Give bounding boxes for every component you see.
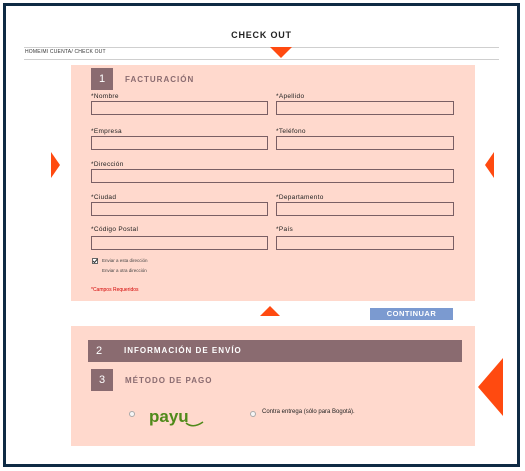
payu-logo: payu — [149, 407, 204, 427]
apellido-field[interactable] — [276, 101, 454, 115]
checkout-steps-panel: 2 INFORMACIÓN DE ENVÍO 3 MÉTODO DE PAGO … — [71, 326, 475, 446]
billing-panel: 1 FACTURACIÓN *Nombre *Apellido *Empresa… — [71, 65, 475, 301]
triangle-left-marker — [485, 152, 494, 178]
cash-on-delivery-label: Contra entrega (sólo para Bogotá). — [262, 409, 355, 415]
payu-logo-text: payu — [149, 407, 189, 426]
pais-label: *País — [276, 226, 294, 233]
payu-radio[interactable] — [129, 411, 135, 417]
large-triangle-left-marker — [478, 358, 503, 416]
cash-on-delivery-radio[interactable] — [250, 411, 256, 417]
direccion-label: *Dirección — [91, 161, 124, 168]
page-title: CHECK OUT — [231, 30, 292, 40]
billing-title: FACTURACIÓN — [125, 75, 195, 84]
direccion-field[interactable] — [91, 169, 454, 183]
divider — [24, 59, 499, 60]
page-frame: CHECK OUT HOME/MI CUENTA/ CHECK OUT 1 FA… — [3, 3, 520, 467]
codigo-postal-label: *Código Postal — [91, 226, 139, 233]
payment-title: MÉTODO DE PAGO — [125, 376, 213, 385]
telefono-label: *Teléfono — [276, 128, 306, 135]
nombre-label: *Nombre — [91, 93, 119, 100]
telefono-field[interactable] — [276, 136, 454, 150]
ciudad-field[interactable] — [91, 202, 268, 216]
empresa-label: *Empresa — [91, 128, 122, 135]
check-icon — [92, 258, 98, 264]
triangle-up-marker — [260, 306, 280, 316]
shipping-step-header[interactable]: 2 INFORMACIÓN DE ENVÍO — [88, 340, 462, 362]
ship-other-option[interactable]: Enviar a otra dirección — [102, 268, 147, 273]
ship-same-checkbox[interactable] — [92, 258, 98, 264]
pais-field[interactable] — [276, 236, 454, 250]
apellido-label: *Apellido — [276, 93, 305, 100]
divider — [24, 47, 499, 48]
codigo-postal-field[interactable] — [91, 236, 268, 250]
ship-same-label: Enviar a esta dirección — [102, 258, 148, 263]
step-number-3: 3 — [91, 369, 113, 391]
departamento-field[interactable] — [276, 202, 454, 216]
required-note: *Campos Requeridos — [91, 287, 139, 293]
ciudad-label: *Ciudad — [91, 194, 117, 201]
nombre-field[interactable] — [91, 101, 268, 115]
shipping-title: INFORMACIÓN DE ENVÍO — [124, 346, 242, 355]
triangle-down-marker — [270, 47, 292, 58]
departamento-label: *Departamento — [276, 194, 324, 201]
step-number-2: 2 — [96, 345, 103, 357]
step-number-1: 1 — [91, 68, 113, 90]
triangle-right-marker — [51, 152, 60, 178]
continue-button[interactable]: CONTINUAR — [370, 308, 453, 320]
empresa-field[interactable] — [91, 136, 268, 150]
breadcrumb[interactable]: HOME/MI CUENTA/ CHECK OUT — [25, 49, 106, 55]
